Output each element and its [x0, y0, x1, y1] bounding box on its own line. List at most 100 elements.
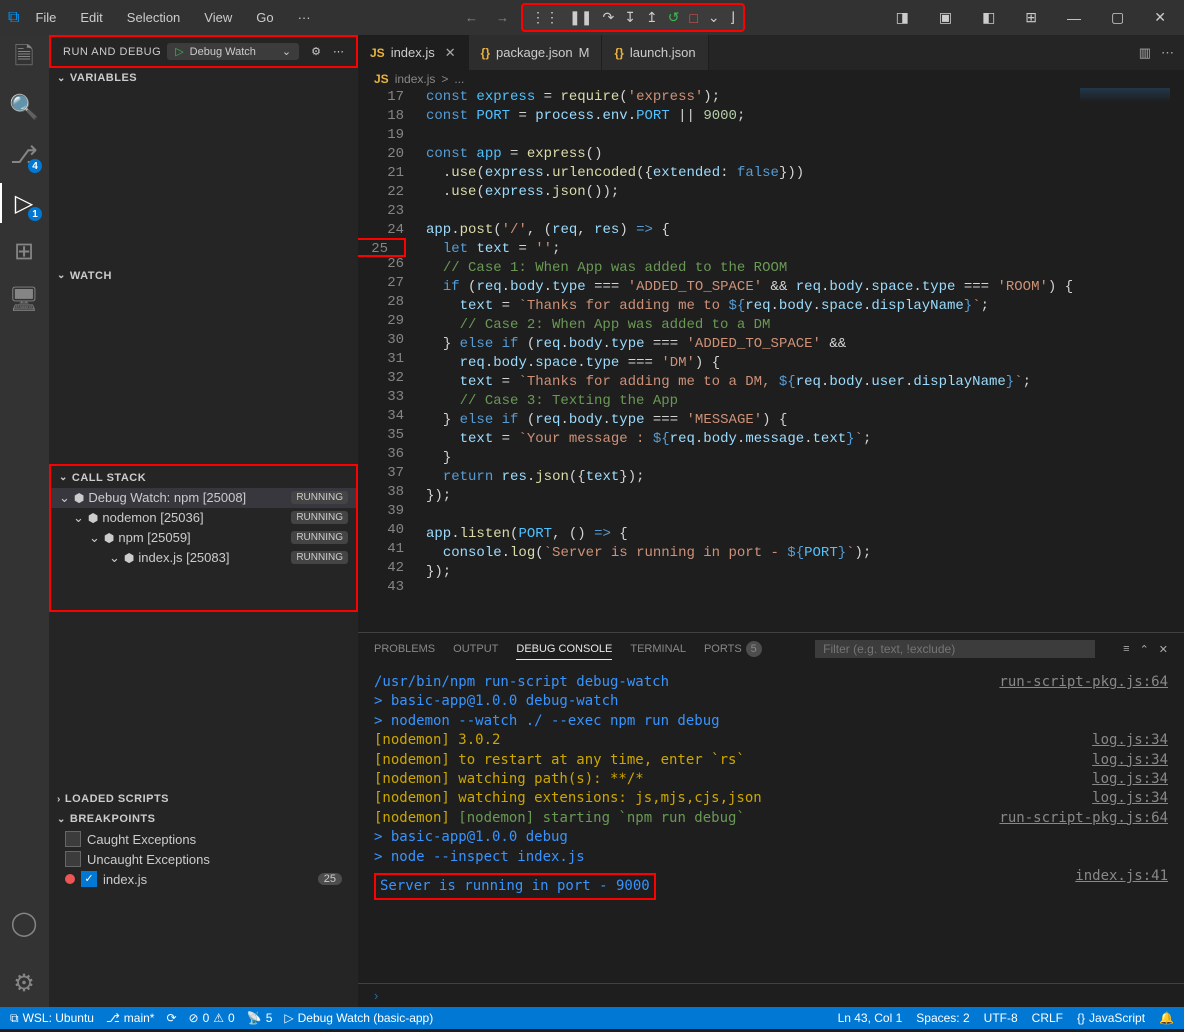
line-number[interactable]: 43 — [358, 578, 404, 597]
eol-status[interactable]: CRLF — [1032, 1011, 1063, 1025]
debug-config-chevron-icon[interactable]: ⌄ — [708, 9, 720, 26]
code-line[interactable]: return res.json({text}); — [426, 468, 1184, 487]
console-line[interactable]: > basic-app@1.0.0 debug — [374, 828, 1168, 847]
console-line[interactable]: [nodemon] watching extensions: js,mjs,cj… — [374, 789, 1168, 808]
minimap[interactable] — [1080, 88, 1170, 228]
code-line[interactable]: .use(express.json()); — [426, 183, 1184, 202]
drag-handle-icon[interactable]: ⋮⋮ — [531, 9, 559, 26]
encoding-status[interactable]: UTF-8 — [984, 1011, 1018, 1025]
breadcrumb[interactable]: JS index.js > ... — [358, 70, 1184, 88]
tab-index.js[interactable]: JSindex.js✕ — [358, 35, 469, 70]
step-into-icon[interactable]: ↧ — [624, 9, 636, 26]
play-icon[interactable]: ▷ — [175, 45, 183, 58]
accounts-icon[interactable]: ◯ — [0, 907, 48, 939]
explorer-icon[interactable]: 🗎 — [0, 43, 48, 75]
close-icon[interactable]: ✕ — [1144, 9, 1176, 26]
word-wrap-icon[interactable]: ≡ — [1123, 643, 1129, 656]
code-line[interactable]: // Case 3: Texting the App — [426, 392, 1184, 411]
code-line[interactable]: const PORT = process.env.PORT || 9000; — [426, 107, 1184, 126]
code-line[interactable]: // Case 1: When App was added to the ROO… — [426, 259, 1184, 278]
checkbox-icon[interactable] — [65, 831, 81, 847]
code-line[interactable]: .use(express.urlencoded({extended: false… — [426, 164, 1184, 183]
more-icon[interactable]: ⋯ — [1161, 45, 1174, 61]
code-line[interactable]: app.post('/', (req, res) => { — [426, 221, 1184, 240]
line-number[interactable]: 42 — [358, 559, 404, 578]
code-line[interactable] — [426, 506, 1184, 525]
menu-view[interactable]: View — [196, 8, 240, 27]
close-icon[interactable]: ✕ — [445, 45, 456, 61]
watch-section-head[interactable]: ⌄WATCH — [49, 266, 358, 286]
line-number[interactable]: 32 — [358, 369, 404, 388]
line-number[interactable]: 17 — [358, 88, 404, 107]
code-line[interactable]: const app = express() — [426, 145, 1184, 164]
code-line[interactable]: req.body.space.type === 'DM') { — [426, 354, 1184, 373]
line-number[interactable]: 18 — [358, 107, 404, 126]
console-line[interactable]: > node --inspect index.js — [374, 848, 1168, 867]
bp-file[interactable]: ✓index.js25 — [49, 869, 358, 889]
chevron-down-icon[interactable]: ⌄ — [282, 45, 291, 58]
variables-section-head[interactable]: ⌄VARIABLES — [49, 68, 358, 88]
minimize-icon[interactable]: — — [1057, 10, 1091, 26]
callstack-section-head[interactable]: ⌄CALL STACK — [51, 468, 356, 488]
code-editor[interactable]: 1718192021222324252627282930313233343536… — [358, 88, 1184, 632]
code-line[interactable]: const express = require('express'); — [426, 88, 1184, 107]
source-link[interactable]: log.js:34 — [1092, 770, 1168, 789]
console-input[interactable]: › — [358, 983, 1184, 1007]
git-branch[interactable]: ⎇ main* — [106, 1011, 155, 1025]
code-line[interactable]: console.log(`Server is running in port -… — [426, 544, 1184, 563]
code-line[interactable]: }); — [426, 487, 1184, 506]
checkbox-icon[interactable] — [65, 851, 81, 867]
layout-bottom-icon[interactable]: ▣ — [929, 9, 962, 26]
ports-status[interactable]: 📡 5 — [247, 1011, 273, 1025]
nav-back-icon[interactable]: ← — [459, 10, 484, 25]
tab-launch.json[interactable]: {}launch.json — [602, 35, 708, 70]
settings-icon[interactable]: ⚙ — [0, 967, 48, 999]
line-number[interactable]: 33 — [358, 388, 404, 407]
console-line[interactable]: /usr/bin/npm run-script debug-watchrun-s… — [374, 673, 1168, 692]
console-line[interactable]: [nodemon] 3.0.2log.js:34 — [374, 731, 1168, 750]
line-number[interactable]: 22 — [358, 183, 404, 202]
panel-tab-debug-console[interactable]: DEBUG CONSOLE — [516, 639, 612, 660]
code-line[interactable]: // Case 2: When App was added to a DM — [426, 316, 1184, 335]
extensions-icon[interactable]: ⊞ — [0, 235, 48, 267]
code-line[interactable] — [426, 582, 1184, 601]
debug-config-dots[interactable]: ⌋ — [730, 9, 735, 26]
layout-left-icon[interactable]: ◨ — [886, 9, 919, 26]
line-number[interactable]: 31 — [358, 350, 404, 369]
line-number[interactable]: 37 — [358, 464, 404, 483]
line-number[interactable]: 40 — [358, 521, 404, 540]
code-line[interactable]: if (req.body.type === 'ADDED_TO_SPACE' &… — [426, 278, 1184, 297]
git-sync[interactable]: ⟳ — [166, 1011, 176, 1025]
panel-tab-terminal[interactable]: TERMINAL — [630, 639, 686, 659]
stop-icon[interactable]: □ — [689, 10, 697, 26]
panel-tab-ports[interactable]: PORTS5 — [704, 637, 762, 661]
callstack-row[interactable]: ⌄⬢npm [25059]RUNNING — [51, 528, 356, 548]
code-line[interactable]: text = `Thanks for adding me to a DM, ${… — [426, 373, 1184, 392]
nav-fwd-icon[interactable]: → — [490, 10, 515, 25]
line-number[interactable]: 20 — [358, 145, 404, 164]
run-config-select[interactable]: ▷ Debug Watch ⌄ — [167, 43, 299, 60]
source-link[interactable]: run-script-pkg.js:64 — [999, 809, 1168, 828]
filter-input[interactable] — [815, 640, 1095, 658]
pause-icon[interactable]: ❚❚ — [569, 9, 592, 26]
source-link[interactable]: log.js:34 — [1092, 731, 1168, 750]
line-number[interactable]: 30 — [358, 331, 404, 350]
cursor-pos[interactable]: Ln 43, Col 1 — [838, 1011, 903, 1025]
lang-status[interactable]: {} JavaScript — [1077, 1011, 1145, 1025]
menu-edit[interactable]: Edit — [72, 8, 110, 27]
callstack-row[interactable]: ⌄⬢index.js [25083]RUNNING — [51, 548, 356, 568]
code-line[interactable]: } — [426, 449, 1184, 468]
remote-icon[interactable]: 🖥 — [0, 283, 48, 315]
code-line[interactable] — [426, 202, 1184, 221]
remote-status[interactable]: ⧉ WSL: Ubuntu — [10, 1011, 94, 1026]
line-number[interactable]: 34 — [358, 407, 404, 426]
line-number[interactable]: 41 — [358, 540, 404, 559]
callstack-row[interactable]: ⌄⬢Debug Watch: npm [25008]RUNNING — [51, 488, 356, 508]
errors-warns[interactable]: ⊘ 0 ⚠ 0 — [189, 1011, 235, 1025]
source-link[interactable]: index.js:41 — [1075, 867, 1168, 906]
menu-selection[interactable]: Selection — [119, 8, 188, 27]
menu-···[interactable]: ··· — [290, 8, 319, 27]
checkbox-on-icon[interactable]: ✓ — [81, 871, 97, 887]
debug-status[interactable]: ▷ Debug Watch (basic-app) — [284, 1011, 433, 1025]
more-icon[interactable]: ⋯ — [333, 45, 344, 58]
